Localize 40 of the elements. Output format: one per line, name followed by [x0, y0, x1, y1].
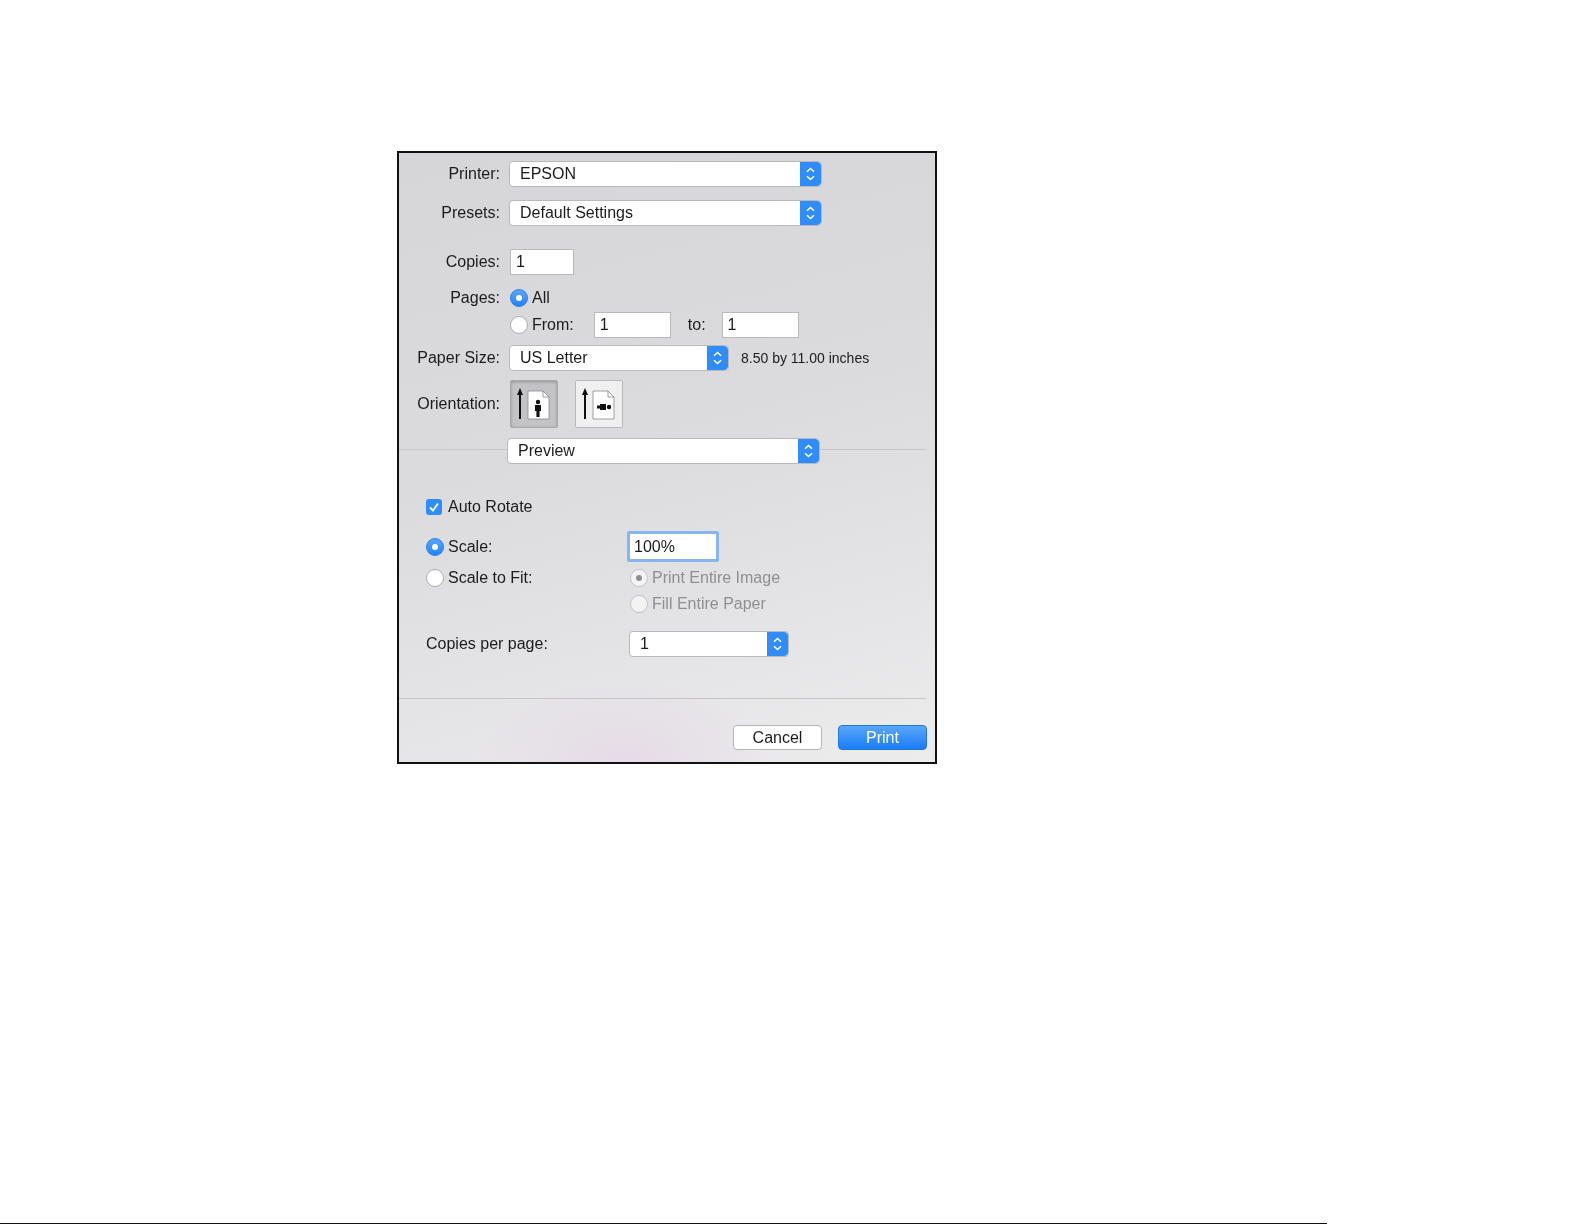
to-page-field[interactable]: 1: [721, 312, 799, 338]
paper-dimensions-text: 8.50 by 11.00 inches: [741, 350, 870, 366]
scale-to-fit-label: Scale to Fit:: [448, 569, 533, 587]
checkbox[interactable]: [426, 499, 442, 515]
scale-field[interactable]: 100%: [627, 531, 719, 562]
radio-button[interactable]: [426, 569, 444, 587]
copies-label: Copies:: [444, 253, 500, 271]
paper-size-popup[interactable]: US Letter: [509, 345, 729, 371]
printer-label: Printer:: [447, 165, 500, 183]
presets-popup[interactable]: Default Settings: [509, 200, 822, 226]
section-popup[interactable]: Preview: [507, 438, 820, 464]
from-page-field[interactable]: 1: [593, 312, 671, 338]
copies-per-page-label: Copies per page:: [426, 635, 549, 653]
landscape-page-icon: [582, 388, 616, 420]
fit-option-label: Print Entire Image: [652, 569, 781, 587]
radio-label: All: [532, 289, 550, 307]
radio-button[interactable]: [510, 289, 528, 307]
stepper-arrows-icon: [800, 162, 821, 186]
orientation-label: Orientation:: [416, 395, 500, 413]
fit-option-label: Fill Entire Paper: [652, 595, 766, 613]
portrait-page-icon: [517, 388, 551, 420]
auto-rotate-label: Auto Rotate: [448, 498, 533, 516]
radio-button[interactable]: [510, 316, 528, 334]
pages-label: Pages:: [449, 289, 500, 307]
stepper-arrows-icon: [800, 201, 821, 225]
stepper-arrows-icon: [707, 346, 728, 370]
radio-label: From:: [532, 316, 574, 334]
landscape-orientation-button[interactable]: [575, 380, 623, 428]
cancel-button[interactable]: Cancel: [733, 725, 822, 750]
copies-per-page-popup[interactable]: 1: [629, 631, 789, 657]
copies-field[interactable]: 1: [510, 249, 574, 275]
scale-label: Scale:: [448, 537, 493, 556]
to-label: to:: [687, 316, 706, 334]
presets-label: Presets:: [440, 204, 500, 222]
portrait-orientation-button[interactable]: [510, 380, 558, 428]
stepper-arrows-icon: [767, 632, 788, 656]
paper-size-label: Paper Size:: [416, 349, 500, 367]
printer-popup[interactable]: EPSON: [509, 161, 822, 187]
radio-button[interactable]: [426, 537, 444, 556]
stepper-arrows-icon: [798, 439, 819, 463]
